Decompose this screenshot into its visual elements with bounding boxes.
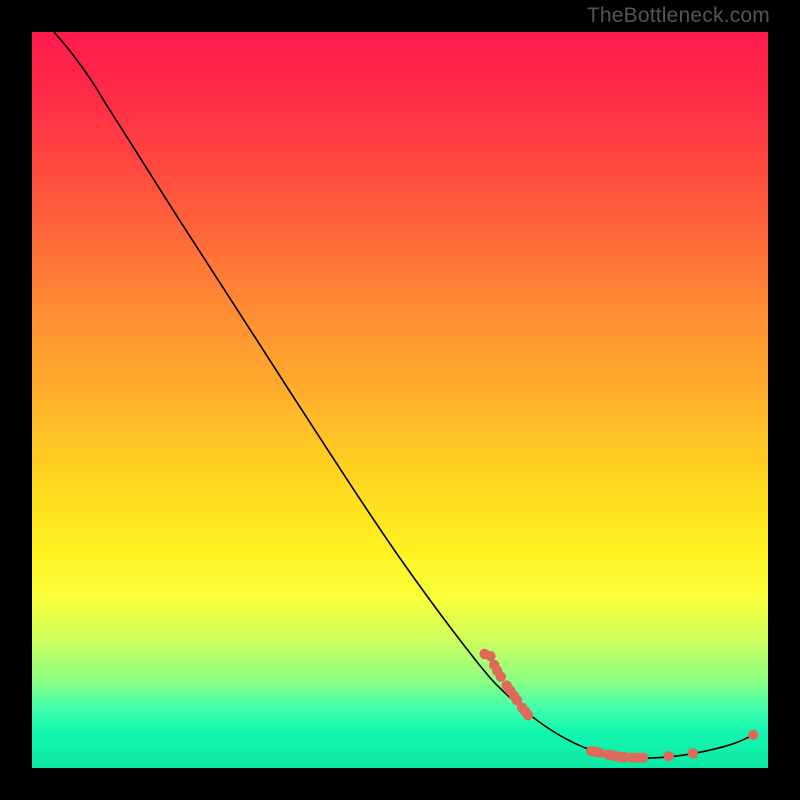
- data-point: [663, 751, 673, 761]
- data-point: [748, 730, 758, 740]
- bottleneck-curve: [54, 32, 753, 758]
- data-point: [594, 747, 604, 757]
- plot-area: [32, 32, 768, 768]
- chart-frame: TheBottleneck.com: [0, 0, 800, 800]
- data-point: [638, 752, 648, 762]
- data-point: [688, 748, 698, 758]
- data-point: [523, 710, 533, 720]
- watermark-label: TheBottleneck.com: [587, 4, 770, 28]
- chart-svg: [32, 32, 768, 768]
- data-points: [479, 649, 758, 763]
- data-point: [496, 672, 506, 682]
